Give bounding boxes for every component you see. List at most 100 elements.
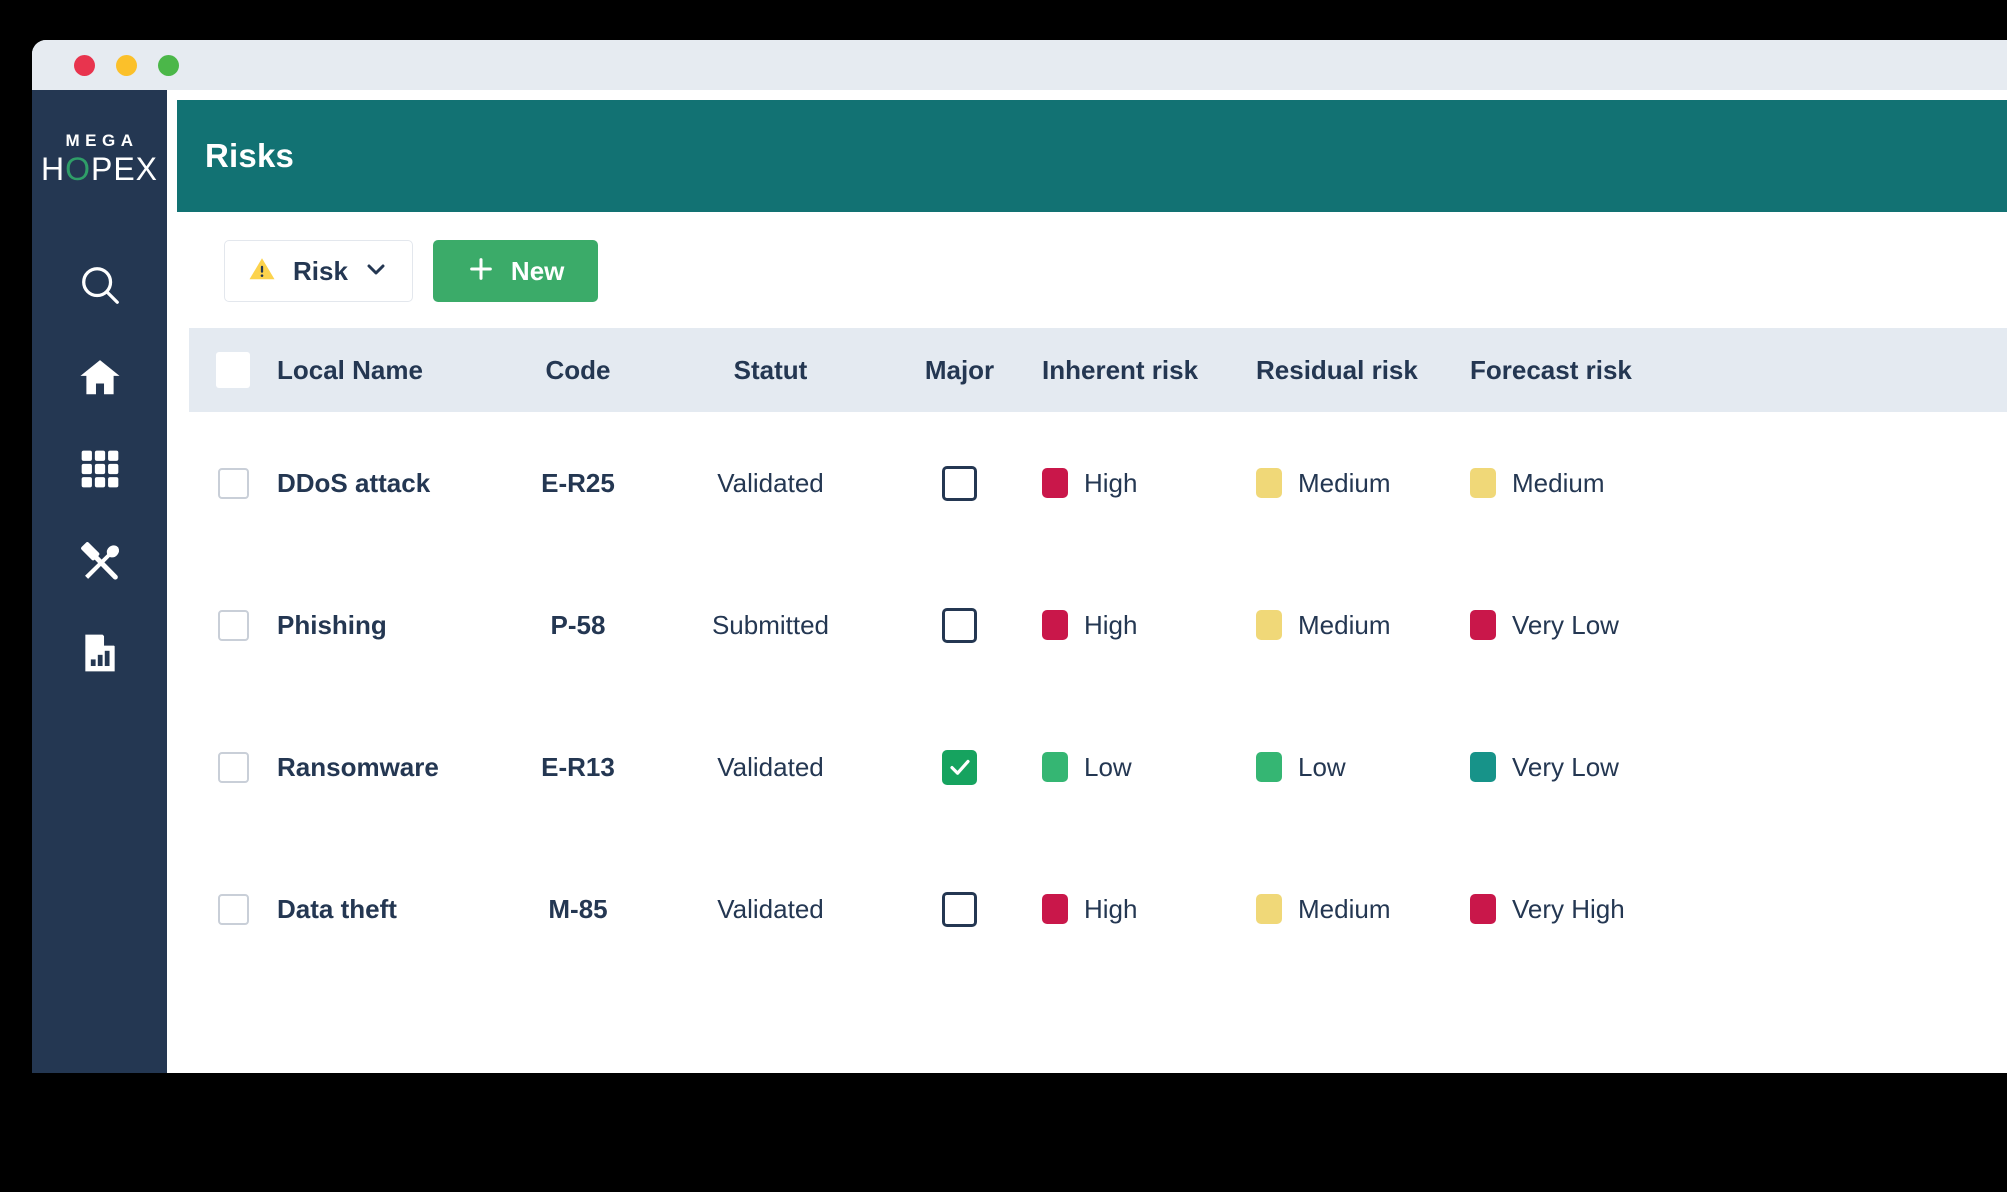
table-body: DDoS attack E-R25 Validated High Medium Mediu… bbox=[189, 412, 2007, 980]
risk-level-label: Low bbox=[1084, 751, 1132, 782]
major-checkbox[interactable] bbox=[942, 465, 977, 501]
chevron-down-icon bbox=[364, 257, 388, 286]
sidebar-item-reports[interactable] bbox=[65, 625, 135, 681]
risk-level-swatch bbox=[1256, 610, 1282, 640]
new-button[interactable]: New bbox=[432, 240, 599, 302]
risk-level-swatch bbox=[1470, 468, 1496, 498]
minimize-button[interactable] bbox=[116, 55, 137, 76]
select-all-checkbox[interactable] bbox=[216, 352, 250, 388]
risk-level-label: Very Low bbox=[1512, 751, 1619, 782]
risk-level-swatch bbox=[1042, 468, 1068, 498]
table-row[interactable]: Data theft M-85 Validated High Medium Very Hi… bbox=[189, 838, 2007, 980]
window-titlebar bbox=[32, 40, 2007, 90]
risk-level-swatch bbox=[1042, 894, 1068, 924]
app-logo: MEGA H O PEX bbox=[32, 132, 167, 185]
sidebar-item-home[interactable] bbox=[65, 349, 135, 405]
cell-forecast-risk: Very Low bbox=[1470, 610, 1684, 641]
column-header-residual-risk[interactable]: Residual risk bbox=[1256, 355, 1470, 386]
select-all-cell bbox=[189, 352, 277, 388]
cell-local-name: Phishing bbox=[277, 609, 387, 640]
cell-inherent-risk: High bbox=[1042, 894, 1256, 925]
logo-hopex-accent: O bbox=[65, 151, 91, 187]
page-title: Risks bbox=[205, 137, 295, 174]
cell-code: P-58 bbox=[550, 609, 606, 640]
risk-level-swatch bbox=[1042, 752, 1068, 782]
cell-inherent-risk: High bbox=[1042, 610, 1256, 641]
column-header-major[interactable]: Major bbox=[877, 355, 1042, 386]
row-select-checkbox[interactable] bbox=[217, 893, 249, 925]
maximize-button[interactable] bbox=[158, 55, 179, 76]
page-header: Risks bbox=[177, 100, 2007, 212]
major-checkbox[interactable] bbox=[942, 891, 977, 927]
risk-level-label: Very High bbox=[1512, 893, 1625, 924]
row-select-cell bbox=[189, 609, 277, 641]
cell-statut: Validated bbox=[717, 893, 824, 924]
risk-type-dropdown[interactable]: Risk bbox=[224, 240, 413, 302]
window-controls bbox=[74, 55, 179, 76]
cell-statut: Validated bbox=[717, 467, 824, 498]
report-chart-icon bbox=[78, 631, 122, 675]
new-button-label: New bbox=[510, 255, 565, 286]
column-header-statut[interactable]: Statut bbox=[664, 355, 877, 386]
sidebar-item-search[interactable] bbox=[65, 257, 135, 313]
cell-inherent-risk: High bbox=[1042, 468, 1256, 499]
risk-level-label: Very Low bbox=[1512, 609, 1619, 640]
cell-code: E-R25 bbox=[541, 467, 615, 498]
risk-dropdown-label: Risk bbox=[293, 255, 348, 286]
risks-table: Local Name Code Statut Major Inherent ri… bbox=[189, 328, 2007, 980]
row-select-cell bbox=[189, 893, 277, 925]
cell-residual-risk: Low bbox=[1256, 752, 1470, 783]
logo-hopex-part2: PEX bbox=[90, 151, 159, 187]
row-select-cell bbox=[189, 751, 277, 783]
warning-triangle-icon bbox=[247, 254, 277, 289]
cell-inherent-risk: Low bbox=[1042, 752, 1256, 783]
apps-grid-icon bbox=[78, 447, 122, 491]
risk-level-swatch bbox=[1042, 610, 1068, 640]
plus-icon bbox=[467, 255, 495, 288]
risk-level-swatch bbox=[1256, 468, 1282, 498]
risk-level-label: Medium bbox=[1298, 467, 1391, 498]
table-row[interactable]: Ransomware E-R13 Validated Low Low Very Low bbox=[189, 696, 2007, 838]
sidebar-item-apps[interactable] bbox=[65, 441, 135, 497]
sidebar: MEGA H O PEX bbox=[32, 90, 167, 1073]
row-select-checkbox[interactable] bbox=[217, 609, 249, 641]
cell-local-name: Ransomware bbox=[277, 751, 439, 782]
row-select-cell bbox=[189, 467, 277, 499]
risk-level-swatch bbox=[1256, 894, 1282, 924]
cell-local-name: DDoS attack bbox=[277, 467, 431, 498]
risk-level-swatch bbox=[1470, 752, 1496, 782]
risk-level-swatch bbox=[1470, 610, 1496, 640]
cell-forecast-risk: Very High bbox=[1470, 894, 1684, 925]
row-select-checkbox[interactable] bbox=[217, 751, 249, 783]
risk-level-label: High bbox=[1084, 609, 1138, 640]
table-header-row: Local Name Code Statut Major Inherent ri… bbox=[189, 328, 2007, 412]
risk-level-label: High bbox=[1084, 467, 1138, 498]
major-checkbox[interactable] bbox=[942, 749, 977, 785]
cell-statut: Submitted bbox=[711, 609, 830, 640]
cell-statut: Validated bbox=[717, 751, 824, 782]
cell-local-name: Data theft bbox=[277, 893, 397, 924]
close-button[interactable] bbox=[74, 55, 95, 76]
cell-residual-risk: Medium bbox=[1256, 894, 1470, 925]
column-header-inherent-risk[interactable]: Inherent risk bbox=[1042, 355, 1256, 386]
column-header-forecast-risk[interactable]: Forecast risk bbox=[1470, 355, 1684, 386]
toolbar: Risk New bbox=[167, 212, 2007, 302]
sidebar-item-tools[interactable] bbox=[65, 533, 135, 589]
risk-level-label: Medium bbox=[1298, 609, 1391, 640]
cell-residual-risk: Medium bbox=[1256, 610, 1470, 641]
cell-forecast-risk: Medium bbox=[1470, 468, 1684, 499]
cell-major bbox=[877, 607, 1042, 643]
table-row[interactable]: Phishing P-58 Submitted High Medium Very Low bbox=[189, 554, 2007, 696]
main-content: Risks Risk New Local Name Code Statut Ma… bbox=[167, 90, 2007, 1073]
column-header-local-name[interactable]: Local Name bbox=[277, 355, 492, 386]
table-row[interactable]: DDoS attack E-R25 Validated High Medium Mediu… bbox=[189, 412, 2007, 554]
column-header-code[interactable]: Code bbox=[492, 355, 664, 386]
cell-major bbox=[877, 749, 1042, 785]
risk-level-label: Low bbox=[1298, 751, 1346, 782]
sidebar-nav bbox=[65, 257, 135, 681]
tools-icon bbox=[77, 538, 123, 584]
home-icon bbox=[77, 354, 123, 400]
logo-hopex-part1: H bbox=[40, 151, 66, 187]
major-checkbox[interactable] bbox=[942, 607, 977, 643]
row-select-checkbox[interactable] bbox=[217, 467, 249, 499]
